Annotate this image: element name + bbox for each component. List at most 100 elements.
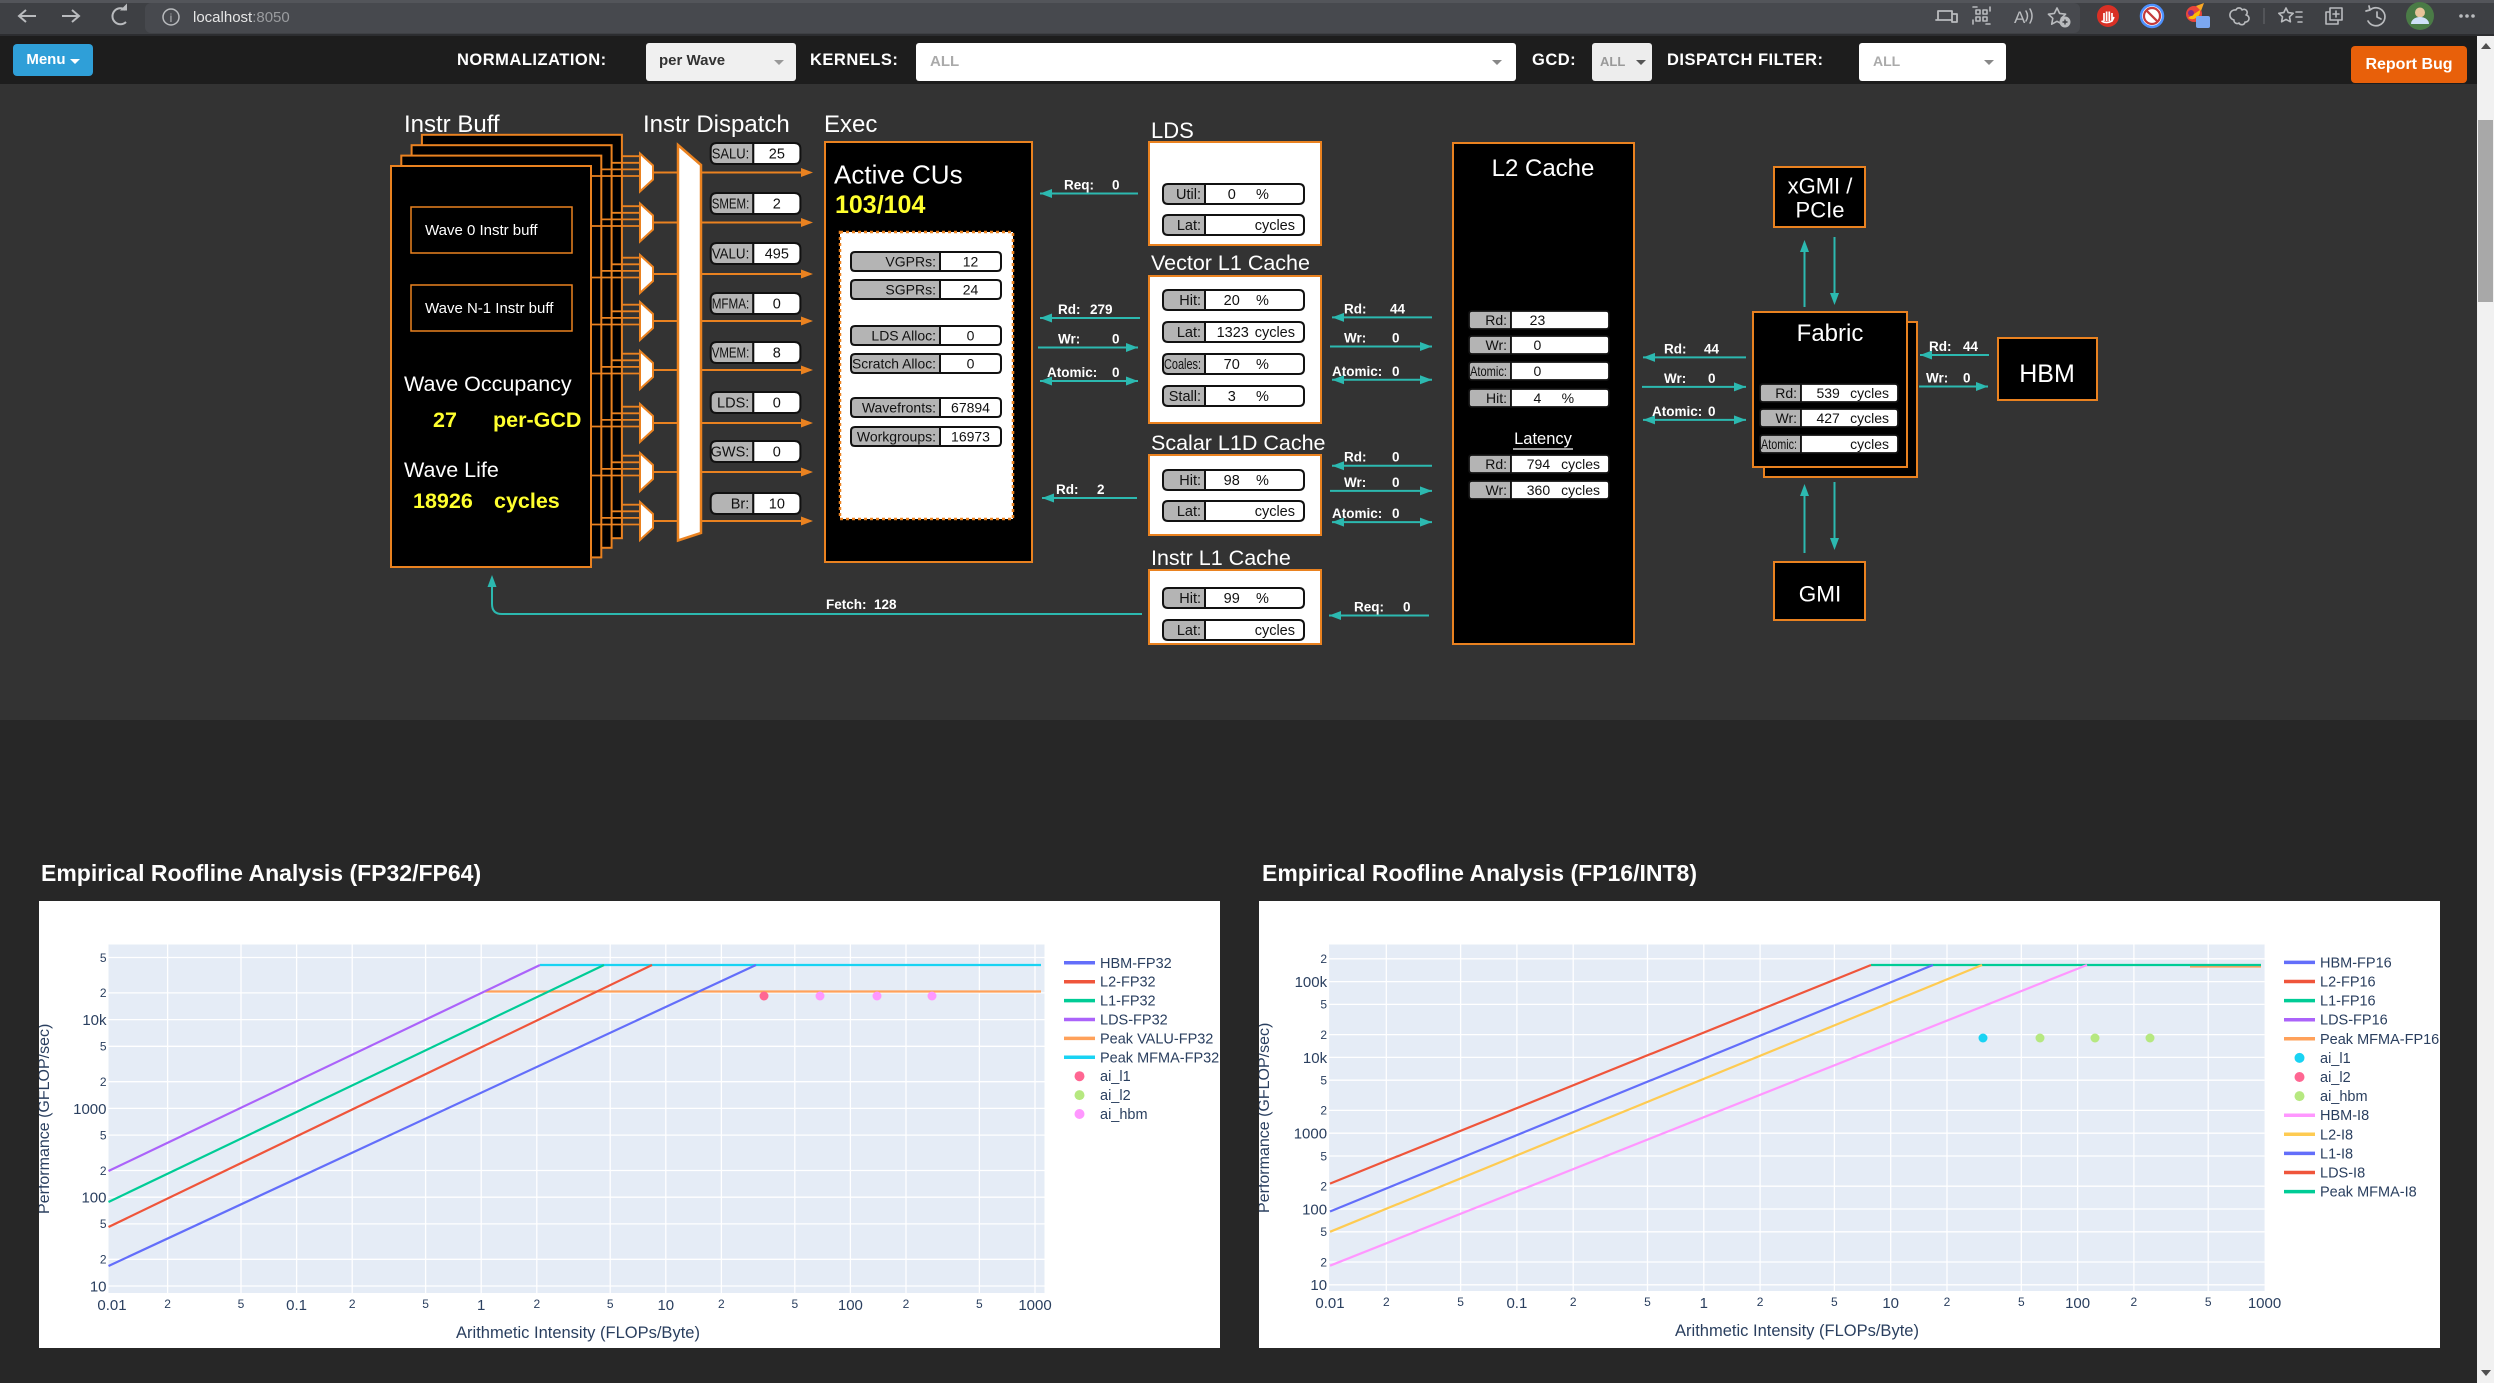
svg-text:0: 0 [1392,506,1400,521]
svg-text:0: 0 [1534,337,1542,353]
svg-text:5: 5 [1320,1149,1327,1163]
svg-text:%: % [1256,591,1269,607]
svg-text:cycles: cycles [1561,482,1600,498]
svg-text:Rd:: Rd: [1344,450,1367,465]
svg-text:Br:: Br: [731,497,750,513]
svg-text:10: 10 [769,497,785,513]
svg-text:0: 0 [1112,365,1120,380]
svg-text:23: 23 [1530,312,1546,328]
svg-text:cycles: cycles [1255,325,1295,341]
svg-text:0: 0 [1708,404,1716,419]
svg-text:10: 10 [90,1278,107,1295]
svg-text:1000: 1000 [73,1101,106,1118]
svg-text:Wave Occupancy: Wave Occupancy [404,372,572,396]
svg-text:100: 100 [81,1190,106,1207]
svg-text:27: 27 [433,408,457,432]
svg-text:Wave 0 Instr buff: Wave 0 Instr buff [425,222,538,239]
svg-text:2: 2 [1757,1295,1764,1309]
svg-text:2: 2 [533,1297,540,1311]
svg-text:Wavefronts:: Wavefronts: [862,400,936,416]
svg-text:GMI: GMI [1799,582,1842,607]
svg-text:1: 1 [1700,1295,1708,1312]
svg-text:Scratch Alloc:: Scratch Alloc: [852,356,936,372]
svg-text:L1-FP32: L1-FP32 [1100,994,1156,1010]
svg-text:Lat:: Lat: [1177,504,1201,520]
svg-text:%: % [1562,390,1574,406]
svg-text:5: 5 [791,1297,798,1311]
svg-text:5: 5 [1320,1225,1327,1239]
svg-text:Coales:: Coales: [1164,357,1201,373]
svg-text:cycles: cycles [1255,218,1295,234]
svg-text:Peak VALU-FP32: Peak VALU-FP32 [1100,1031,1213,1047]
svg-text:1000: 1000 [2248,1295,2281,1312]
svg-text:%: % [1256,473,1269,489]
svg-text:HBM: HBM [2019,360,2075,388]
svg-text:5: 5 [100,1040,107,1054]
svg-text:2: 2 [164,1297,171,1311]
svg-text:10k: 10k [1303,1050,1328,1067]
svg-text:ai_hbm: ai_hbm [1100,1107,1148,1123]
svg-text:99: 99 [1224,591,1240,607]
svg-text:%: % [1256,293,1269,309]
svg-text:2: 2 [100,1253,107,1267]
svg-text:Rd:: Rd: [1056,482,1079,497]
svg-text:0: 0 [1534,363,1542,379]
svg-text:44: 44 [1390,301,1406,316]
svg-text:16973: 16973 [951,429,990,445]
svg-text:100k: 100k [1295,974,1328,991]
svg-text:VALU:: VALU: [712,247,750,263]
svg-text:5: 5 [1644,1295,1651,1309]
svg-text:VMEM:: VMEM: [712,346,750,362]
svg-text:427: 427 [1816,410,1840,426]
svg-text:Arithmetic Intensity (FLOPs/By: Arithmetic Intensity (FLOPs/Byte) [456,1324,700,1342]
svg-text:0.01: 0.01 [97,1297,126,1314]
svg-text:5: 5 [238,1297,245,1311]
svg-text:cycles: cycles [1850,410,1889,426]
svg-text:%: % [1256,187,1269,203]
svg-text:Util:: Util: [1176,187,1201,203]
svg-text:Req:: Req: [1064,178,1094,193]
svg-text:2: 2 [1097,482,1105,497]
svg-text:0: 0 [1392,450,1400,465]
svg-text:0: 0 [1392,475,1400,490]
svg-text:Hit:: Hit: [1179,473,1201,489]
svg-text:5: 5 [100,1128,107,1142]
svg-text:1000: 1000 [1018,1297,1051,1314]
svg-text:24: 24 [963,282,979,298]
svg-text:1000: 1000 [1294,1126,1327,1143]
svg-text:1323: 1323 [1217,325,1249,341]
svg-text:GWS:: GWS: [711,445,750,461]
svg-text:2: 2 [1320,1028,1327,1042]
svg-text:Req:: Req: [1354,600,1384,615]
svg-text:2: 2 [718,1297,725,1311]
svg-text:1: 1 [477,1297,485,1314]
svg-text:0: 0 [1112,178,1120,193]
svg-text:Rd:: Rd: [1058,302,1081,317]
svg-text:Atomic:: Atomic: [1761,436,1797,452]
svg-text:0: 0 [1392,364,1400,379]
svg-text:Scalar L1D Cache: Scalar L1D Cache [1151,431,1325,455]
svg-text:Lat:: Lat: [1177,218,1201,234]
svg-text:2: 2 [100,1164,107,1178]
svg-text:Wr:: Wr: [1344,331,1366,346]
svg-text:2: 2 [2131,1295,2138,1309]
svg-text:100: 100 [1302,1201,1327,1218]
svg-text:Lat:: Lat: [1177,325,1201,341]
svg-text:ai_hbm: ai_hbm [2320,1089,2368,1105]
svg-text:2: 2 [100,1075,107,1089]
svg-text:Peak MFMA-I8: Peak MFMA-I8 [2320,1185,2417,1201]
svg-text:Rd:: Rd: [1775,385,1797,401]
svg-text:70: 70 [1224,357,1240,373]
svg-text:2: 2 [773,197,781,213]
svg-text:Wr:: Wr: [1485,337,1507,353]
svg-text:Atomic:: Atomic: [1652,404,1702,419]
svg-text:0: 0 [773,445,781,461]
svg-text:Peak MFMA-FP16: Peak MFMA-FP16 [2320,1032,2439,1048]
svg-text:3: 3 [1228,389,1236,405]
svg-text:0: 0 [1403,600,1411,615]
svg-text:8: 8 [773,346,781,362]
svg-text:Rd:: Rd: [1664,341,1687,356]
svg-text:SGPRs:: SGPRs: [885,282,936,298]
svg-text:SMEM:: SMEM: [712,197,750,213]
svg-text:LDS Alloc:: LDS Alloc: [871,328,936,344]
